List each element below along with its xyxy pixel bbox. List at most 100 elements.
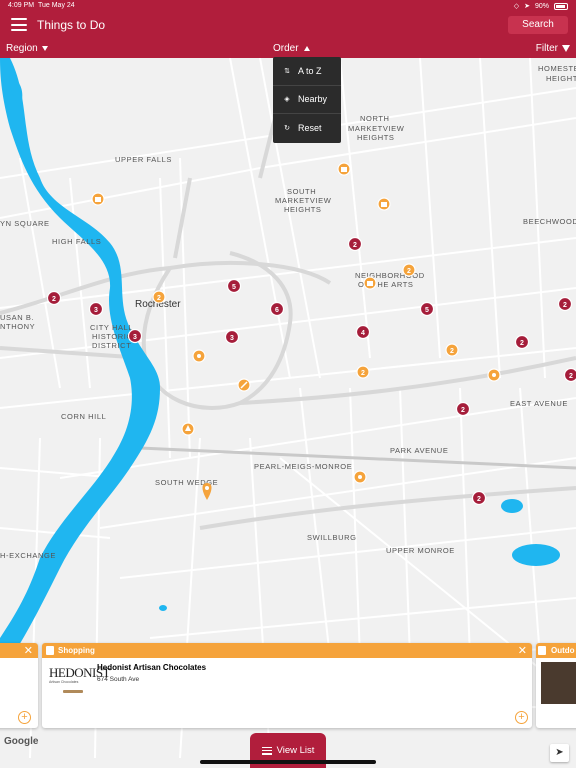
map-marker[interactable]: 2 (557, 296, 573, 312)
card-header: Shopping ✕ (42, 643, 532, 658)
map-area-label: SOUTH (287, 187, 316, 196)
map-area-label: HISTORIC (92, 332, 133, 341)
svg-text:2: 2 (450, 348, 454, 355)
map-marker[interactable]: 3 (127, 328, 143, 344)
svg-text:2: 2 (361, 370, 365, 377)
svg-text:2: 2 (477, 496, 481, 503)
order-menu-item-a-to-z[interactable]: ⇅ A to Z (273, 57, 341, 86)
svg-text:3: 3 (94, 307, 98, 314)
map-area-label: YN SQUARE (0, 219, 50, 228)
map-area-label: PEARL-MEIGS-MONROE (254, 462, 352, 471)
map-marker[interactable]: 3 (224, 329, 240, 345)
map-marker[interactable]: 2 (347, 236, 363, 252)
svg-text:5: 5 (232, 284, 236, 291)
map-area-label: MARKETVIEW (348, 124, 405, 133)
svg-text:2: 2 (157, 295, 161, 302)
page-title: Things to Do (37, 18, 106, 32)
card-category: Shopping (58, 646, 95, 655)
svg-text:2: 2 (52, 296, 56, 303)
order-menu: ⇅ A to Z ◈ Nearby ↻ Reset (273, 57, 341, 143)
status-bar: 4:09 PM Tue May 24 ◇ ➤ 90% (0, 0, 576, 12)
map-marker[interactable]: 5 (419, 301, 435, 317)
map-area-label: DISTRICT (92, 341, 131, 350)
reset-icon: ↻ (284, 125, 290, 133)
result-card-partial[interactable]: Outdo (536, 643, 576, 728)
map-marker[interactable]: 2 (356, 365, 370, 379)
locate-me-icon[interactable]: ➤ (550, 744, 569, 762)
map-marker[interactable]: 2 (402, 263, 416, 277)
map-marker[interactable]: 2 (46, 290, 62, 306)
map-area-label: PARK AVENUE (390, 446, 448, 455)
map-marker[interactable]: 4 (355, 324, 371, 340)
wifi-icon: ◇ (513, 3, 520, 10)
svg-text:6: 6 (275, 307, 279, 314)
chevron-up-icon (303, 45, 310, 51)
business-logo: HEDONIST Artisan Chocolates (49, 665, 111, 707)
map-marker[interactable]: 3 (88, 301, 104, 317)
close-icon[interactable]: ✕ (24, 644, 33, 657)
map-marker[interactable]: 2 (514, 334, 530, 350)
chevron-down-icon (41, 45, 48, 51)
order-menu-item-reset[interactable]: ↻ Reset (273, 114, 341, 143)
outdoor-marker-icon[interactable] (181, 422, 195, 436)
status-indicators: ◇ ➤ 90% (514, 2, 568, 10)
shopping-marker-icon[interactable] (363, 276, 377, 290)
shopping-bag-icon (46, 646, 54, 655)
nearby-icon: ◈ (284, 96, 290, 104)
business-address: 674 South Ave (97, 676, 140, 683)
dining-marker-icon[interactable] (192, 349, 206, 363)
business-name: Hedonist Artisan Chocolates (97, 663, 207, 672)
region-dropdown[interactable]: Region (6, 43, 48, 54)
map-area-label: HIGH FALLS (52, 237, 101, 246)
search-button[interactable]: Search (508, 16, 568, 34)
activity-marker-icon[interactable] (237, 378, 251, 392)
google-attribution: Google (4, 736, 39, 747)
card-thumbnail (541, 662, 576, 704)
shopping-marker-icon[interactable] (377, 197, 391, 211)
map-area-label: SWILLBURG (307, 533, 357, 542)
dining-marker-icon[interactable] (487, 368, 501, 382)
map-marker[interactable]: 2 (563, 367, 576, 383)
order-dropdown[interactable]: Order (273, 43, 310, 54)
svg-text:2: 2 (569, 373, 573, 380)
map-area-label: CITY HALL (90, 323, 133, 332)
card-header: ✕ (0, 643, 38, 658)
shopping-marker-icon[interactable] (337, 162, 351, 176)
battery-icon (554, 2, 568, 10)
map-area-label: CORN HILL (61, 412, 106, 421)
shopping-marker-icon[interactable] (91, 192, 105, 206)
dining-marker-icon[interactable] (353, 470, 367, 484)
outdoor-icon (538, 646, 546, 655)
map-area-label: NTHONY (0, 322, 35, 331)
map-marker[interactable]: 2 (445, 343, 459, 357)
map-area-label: USAN B. (0, 313, 34, 322)
menu-icon[interactable] (11, 18, 27, 31)
filter-button[interactable]: Filter (536, 43, 570, 54)
map-marker[interactable]: 2 (455, 401, 471, 417)
result-card[interactable]: Shopping ✕ HEDONIST Artisan Chocolates H… (42, 643, 532, 728)
svg-text:3: 3 (230, 335, 234, 342)
svg-text:4: 4 (361, 330, 365, 337)
svg-text:2: 2 (353, 242, 357, 249)
svg-text:2: 2 (461, 407, 465, 414)
result-card-partial[interactable]: ✕ + (0, 643, 38, 728)
map-area-label: UPPER MONROE (386, 546, 455, 555)
add-icon[interactable]: + (515, 711, 528, 724)
map-area-label: UPPER FALLS (115, 155, 172, 164)
svg-text:2: 2 (407, 268, 411, 275)
map-area-label: MARKETVIEW (275, 196, 332, 205)
add-icon[interactable]: + (18, 711, 31, 724)
map-marker[interactable]: 6 (269, 301, 285, 317)
close-icon[interactable]: ✕ (518, 644, 527, 657)
map-marker[interactable]: 2 (152, 290, 166, 304)
location-icon: ➤ (524, 3, 530, 10)
order-menu-item-nearby[interactable]: ◈ Nearby (273, 86, 341, 115)
svg-text:2: 2 (563, 302, 567, 309)
filter-icon (562, 44, 570, 52)
map-marker[interactable]: 2 (471, 490, 487, 506)
app-header: Things to Do Search (0, 12, 576, 38)
svg-text:2: 2 (520, 340, 524, 347)
map-area-label: HOMESTEAD (538, 64, 576, 73)
map-area-label: EAST AVENUE (510, 399, 568, 408)
map-marker[interactable]: 5 (226, 278, 242, 294)
